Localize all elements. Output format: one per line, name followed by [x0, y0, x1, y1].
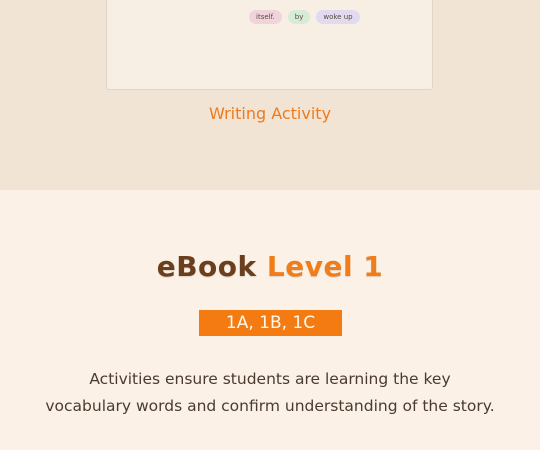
description-line-1: Activities ensure students are learning …	[89, 370, 451, 388]
word-chip-row: itself. by woke up	[249, 10, 360, 24]
ebook-title-level: Level 1	[266, 250, 384, 283]
writing-activity-preview-card: itself. by woke up	[106, 0, 433, 90]
writing-activity-section: itself. by woke up Writing Activity	[0, 0, 540, 190]
writing-activity-caption: Writing Activity	[208, 104, 332, 123]
word-chip-by: by	[287, 10, 311, 24]
levels-badge: 1A, 1B, 1C	[199, 310, 342, 336]
description-line-2: vocabulary words and confirm understandi…	[45, 397, 495, 415]
ebook-description: Activities ensure students are learning …	[20, 366, 520, 420]
ebook-title-prefix: eBook	[156, 250, 257, 283]
ebook-level-section: eBook Level 1 1A, 1B, 1C Activities ensu…	[0, 190, 540, 450]
word-chip-itself: itself.	[249, 10, 282, 24]
ebook-level-title: eBook Level 1	[0, 250, 540, 283]
word-chip-woke-up: woke up	[316, 10, 360, 24]
